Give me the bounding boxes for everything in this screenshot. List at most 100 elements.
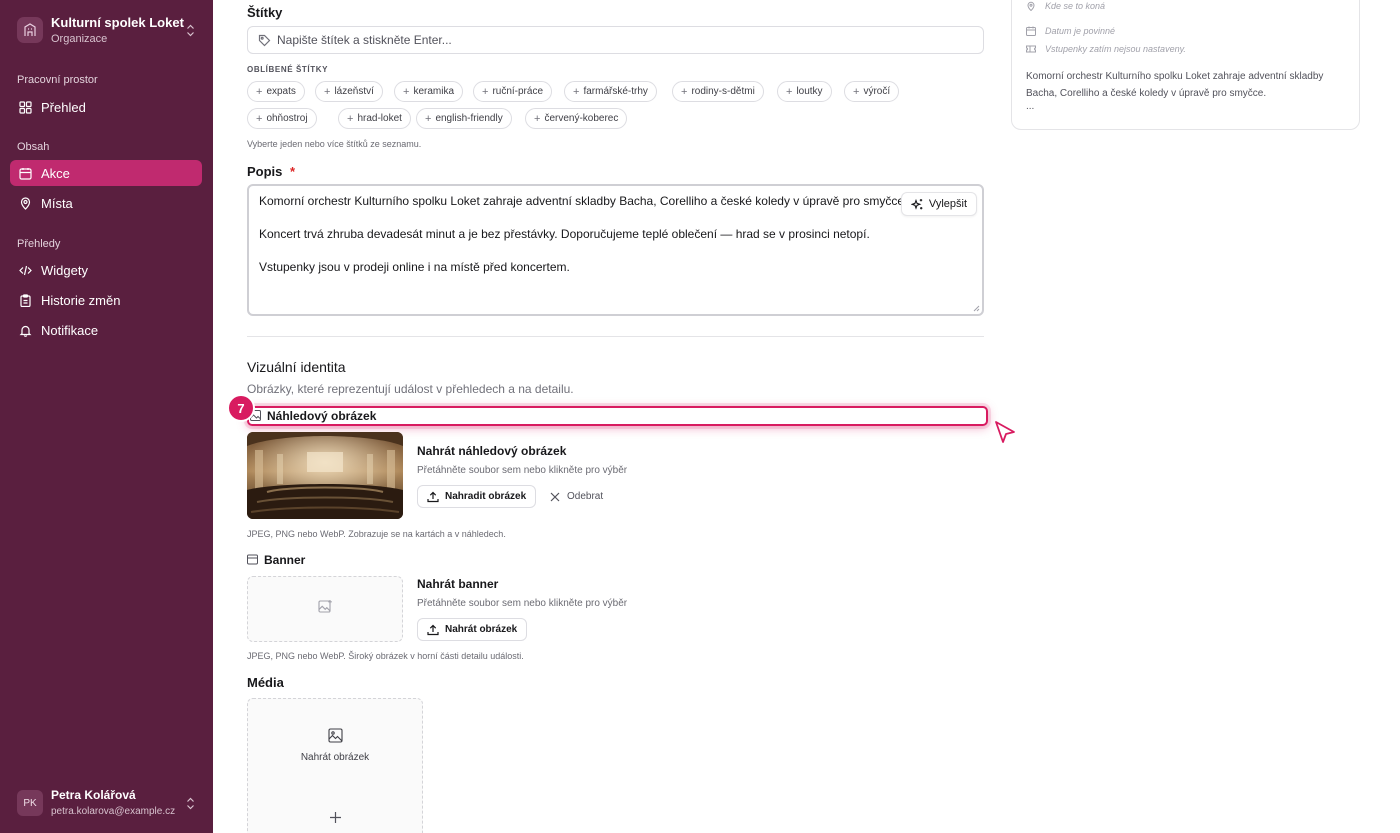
sparkles-icon <box>910 198 924 211</box>
description-label: Popis * <box>247 164 296 179</box>
user-name: Petra Kolářová <box>51 787 136 802</box>
upload-icon <box>427 624 439 636</box>
sidebar-item-widgets[interactable]: Widgety <box>10 257 202 283</box>
banner-dropzone[interactable] <box>247 576 403 642</box>
calendar-icon <box>1026 26 1036 36</box>
user-menu[interactable]: PK Petra Kolářová petra.kolarova@example… <box>10 785 203 821</box>
clipboard-icon <box>18 293 32 307</box>
chevron-up-down-icon <box>184 795 196 811</box>
tag-chip[interactable]: + loutky <box>777 81 832 102</box>
ticket-icon <box>1026 44 1036 54</box>
step-badge: 7 <box>227 394 255 422</box>
improve-button[interactable]: Vylepšit <box>900 192 977 216</box>
section-label-reports: Přehledy <box>17 238 61 250</box>
thumbnail-label: Náhledový obrázek <box>250 409 376 423</box>
banner-upload-hint: Přetáhněte soubor sem nebo klikněte pro … <box>417 598 628 609</box>
close-icon <box>550 492 560 502</box>
map-pin-icon <box>18 196 32 210</box>
plus-icon: + <box>786 85 793 98</box>
banner-icon <box>247 554 259 566</box>
tags-input-placeholder: Napište štítek a stiskněte Enter... <box>277 33 452 47</box>
preview-tickets: Vstupenky zatím nejsou nastaveny. <box>1026 44 1186 54</box>
sidebar-item-label: Historie změn <box>41 292 121 308</box>
sidebar-item-events[interactable]: Akce <box>10 160 202 186</box>
section-divider <box>247 336 984 337</box>
sidebar-item-overview[interactable]: Přehled <box>10 94 202 120</box>
sidebar-item-label: Místa <box>41 195 73 211</box>
banner-note: JPEG, PNG nebo WebP. Široký obrázek v ho… <box>247 651 524 661</box>
tag-chip[interactable]: + červený-koberec <box>525 108 628 129</box>
description-line: Koncert trvá zhruba devadesát minut a je… <box>259 227 870 241</box>
tag-chip[interactable]: + lázeňství <box>315 81 383 102</box>
sidebar-item-label: Akce <box>41 165 70 181</box>
popular-tags-label: OBLÍBENÉ ŠTÍTKY <box>247 65 329 74</box>
tag-chip[interactable]: + farmářské-trhy <box>564 81 657 102</box>
organization-switcher[interactable]: Kulturní spolek Loket Organizace <box>10 10 203 50</box>
sidebar-item-notifications[interactable]: Notifikace <box>10 317 202 343</box>
event-preview-card: Kde se to koná Datum je povinné Vstupenk… <box>1011 0 1360 130</box>
preview-description: Komorní orchestr Kulturního spolku Loket… <box>1026 71 1324 99</box>
sidebar: Kulturní spolek Loket Organizace Pracovn… <box>0 0 213 833</box>
sidebar-item-label: Přehled <box>41 99 86 115</box>
tag-chip[interactable]: + hrad-loket <box>338 108 411 129</box>
main-content: Štítky Napište štítek a stiskněte Enter.… <box>213 0 1400 833</box>
plus-icon: + <box>256 112 263 125</box>
plus-icon: + <box>482 85 489 98</box>
remove-image-button[interactable]: Odebrat <box>550 485 603 508</box>
plus-icon: + <box>573 85 580 98</box>
user-email: petra.kolarova@example.cz <box>51 805 176 817</box>
description-line <box>259 210 972 227</box>
image-plus-icon <box>317 599 333 619</box>
tags-input[interactable]: Napište štítek a stiskněte Enter... <box>247 26 984 54</box>
description-textarea[interactable]: Komorní orchestr Kulturního spolku Loket… <box>247 184 984 316</box>
tag-chip[interactable]: + keramika <box>394 81 464 102</box>
preview-location: Kde se to koná <box>1026 1 1105 11</box>
banner-upload-button[interactable]: Nahrát obrázek <box>417 618 528 641</box>
tag-chip[interactable]: + ruční-práce <box>473 81 553 102</box>
upload-icon <box>427 491 439 503</box>
thumbnail-upload-title: Nahrát náhledový obrázek <box>417 444 567 458</box>
description-line <box>259 243 972 260</box>
resize-handle-icon[interactable] <box>972 304 980 312</box>
cursor-arrow-icon <box>995 421 1015 443</box>
tag-chip[interactable]: + ohňostroj <box>247 108 317 129</box>
plus-icon: + <box>425 112 432 125</box>
visual-identity-subtitle: Obrázky, které reprezentují událost v př… <box>247 382 574 396</box>
tag-chip[interactable]: + rodiny-s-dětmi <box>672 81 764 102</box>
tag-chip[interactable]: + english-friendly <box>416 108 512 129</box>
thumbnail-upload-hint: Přetáhněte soubor sem nebo klikněte pro … <box>417 465 628 476</box>
thumbnail-preview-image <box>247 432 403 519</box>
section-label-workspace: Pracovní prostor <box>17 74 98 86</box>
plus-icon: + <box>681 85 688 98</box>
banner-upload-title: Nahrát banner <box>417 577 499 591</box>
tags-label: Štítky <box>247 5 283 20</box>
sidebar-item-label: Widgety <box>41 262 88 278</box>
thumbnail-note: JPEG, PNG nebo WebP. Zobrazuje se na kar… <box>247 529 506 539</box>
plus-icon <box>329 811 342 829</box>
sidebar-item-history[interactable]: Historie změn <box>10 287 202 313</box>
replace-image-button[interactable]: Nahradit obrázek <box>417 485 537 508</box>
visual-identity-title: Vizuální identita <box>247 359 346 375</box>
tags-hint: Vyberte jeden nebo více štítků ze seznam… <box>247 139 422 149</box>
description-line: Vstupenky jsou v prodeji online i na mís… <box>259 260 570 274</box>
media-label: Média <box>247 675 284 690</box>
tag-chip[interactable]: + expats <box>247 81 305 102</box>
tag-chip[interactable]: + výročí <box>844 81 900 102</box>
plus-icon: + <box>853 85 860 98</box>
organization-type: Organizace <box>51 32 108 45</box>
avatar: PK <box>17 790 43 816</box>
description-line: Komorní orchestr Kulturního spolku Loket… <box>259 194 908 208</box>
bell-icon <box>18 323 32 337</box>
banner-label: Banner <box>247 553 305 567</box>
media-dropzone[interactable]: Nahrát obrázek <box>247 698 423 833</box>
plus-icon: + <box>256 85 263 98</box>
calendar-icon <box>18 166 32 180</box>
building-icon <box>17 17 43 43</box>
sidebar-item-places[interactable]: Místa <box>10 190 202 216</box>
chevron-up-down-icon <box>184 22 196 38</box>
tag-icon <box>258 34 271 47</box>
image-icon <box>327 728 343 748</box>
sidebar-item-label: Notifikace <box>41 322 99 338</box>
organization-name: Kulturní spolek Loket <box>51 14 184 30</box>
grid-icon <box>18 100 32 114</box>
